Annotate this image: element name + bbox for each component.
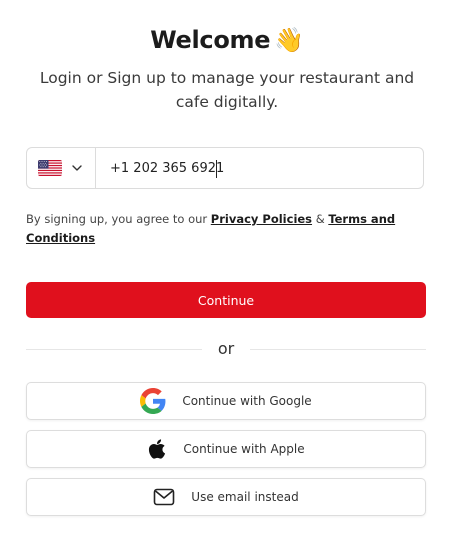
welcome-heading: Welcome <box>150 26 271 54</box>
country-code-selector[interactable] <box>27 148 96 188</box>
google-button-label: Continue with Google <box>182 394 312 408</box>
continue-button[interactable]: Continue <box>26 282 426 318</box>
use-email-button[interactable]: Use email instead <box>26 478 426 516</box>
waving-hand-icon: 👋 <box>274 26 304 54</box>
mail-icon <box>153 488 175 506</box>
us-flag-icon <box>38 160 62 176</box>
page-subtitle: Login or Sign up to manage your restaura… <box>39 69 415 111</box>
phone-number-input[interactable] <box>96 148 423 188</box>
terms-prefix: By signing up, you agree to our <box>26 212 208 226</box>
divider-line-right <box>250 349 426 350</box>
continue-with-apple-button[interactable]: Continue with Apple <box>26 430 426 468</box>
apple-icon <box>149 439 166 459</box>
terms-notice: By signing up, you agree to our Privacy … <box>26 210 426 248</box>
google-icon <box>140 388 166 414</box>
continue-with-google-button[interactable]: Continue with Google <box>26 382 426 420</box>
privacy-policies-link[interactable]: Privacy Policies <box>211 212 312 226</box>
email-button-label: Use email instead <box>191 490 299 504</box>
terms-joiner: & <box>315 212 325 226</box>
text-cursor <box>216 160 217 178</box>
phone-field <box>26 147 424 189</box>
chevron-down-icon <box>72 165 82 171</box>
page-title: Welcome 👋 <box>0 26 454 54</box>
apple-button-label: Continue with Apple <box>183 442 305 456</box>
or-divider: or <box>26 338 426 360</box>
